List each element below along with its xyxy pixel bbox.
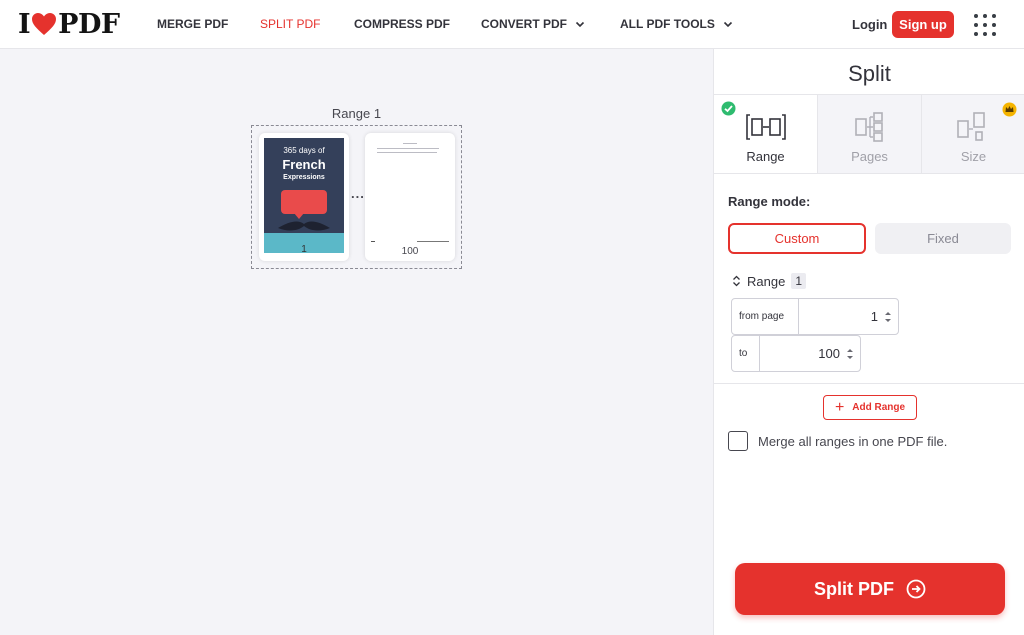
- chevron-down-icon: [575, 21, 585, 28]
- speech-bubble-graphic: [281, 190, 327, 214]
- merge-label: Merge all ranges in one PDF file.: [758, 433, 948, 449]
- login-link[interactable]: Login: [852, 17, 887, 32]
- book-cover-image: 365 days of French Expressions: [264, 138, 344, 253]
- range-header: Range 1: [732, 273, 806, 289]
- apps-grid-icon[interactable]: [974, 14, 996, 36]
- drag-sort-icon[interactable]: [732, 275, 741, 287]
- merge-option[interactable]: Merge all ranges in one PDF file.: [728, 431, 947, 451]
- to-page-field: to 100: [731, 335, 861, 372]
- page-thumbnail-first[interactable]: 365 days of French Expressions 1: [259, 133, 349, 261]
- range-group: 365 days of French Expressions 1 ... 100: [251, 125, 462, 269]
- range-label: Range: [747, 273, 786, 289]
- nav-split-pdf[interactable]: SPLIT PDF: [260, 17, 320, 31]
- page-number-label: 1: [301, 244, 307, 255]
- logo-text-pdf: PDF: [58, 8, 120, 40]
- logo-text-i: I: [18, 8, 31, 40]
- nav-merge-pdf[interactable]: MERGE PDF: [157, 17, 228, 31]
- page-number-label: 100: [401, 246, 419, 257]
- size-split-icon: [956, 112, 985, 141]
- chevron-down-icon: [723, 21, 732, 28]
- mustache-graphic: [278, 221, 330, 231]
- nav-compress-pdf[interactable]: COMPRESS PDF: [354, 17, 450, 31]
- fixed-mode-button[interactable]: Fixed: [875, 223, 1011, 254]
- section-divider: [714, 383, 1024, 384]
- custom-mode-button[interactable]: Custom: [728, 223, 866, 254]
- tab-range-label: Range: [746, 149, 785, 164]
- range-number-badge: 1: [791, 273, 806, 289]
- cover-text-line2: French: [282, 157, 326, 172]
- tab-range[interactable]: Range: [714, 95, 818, 173]
- range-split-icon: [745, 114, 786, 140]
- add-range-button[interactable]: + Add Range: [823, 395, 917, 420]
- range-group-title: Range 1: [331, 106, 382, 121]
- merge-checkbox[interactable]: [728, 431, 748, 451]
- from-page-field: from page 1: [731, 298, 899, 335]
- ilovepdf-logo[interactable]: I PDF: [18, 8, 120, 40]
- to-page-label: to: [732, 336, 760, 371]
- tab-size[interactable]: Size: [922, 95, 1024, 173]
- signup-button[interactable]: Sign up: [892, 11, 954, 38]
- split-pdf-button[interactable]: Split PDF: [735, 563, 1005, 615]
- heart-icon: [32, 13, 57, 35]
- page-thumbnail-last[interactable]: 100: [365, 133, 455, 261]
- range-mode-label: Range mode:: [728, 194, 811, 209]
- to-page-input[interactable]: 100: [760, 336, 844, 371]
- tab-pages[interactable]: Pages: [818, 95, 922, 173]
- tab-size-label: Size: [960, 149, 987, 164]
- panel-title: Split: [848, 61, 891, 86]
- split-mode-tabs: Range Pages Size: [714, 94, 1024, 174]
- top-navbar: I PDF MERGE PDF SPLIT PDF COMPRESS PDF C…: [0, 0, 1024, 49]
- arrow-right-circle-icon: [906, 579, 926, 599]
- from-page-label: from page: [732, 299, 799, 334]
- ellipsis-indicator: ...: [351, 186, 365, 201]
- stepper-arrows-icon[interactable]: [844, 345, 856, 363]
- from-page-input[interactable]: 1: [799, 299, 882, 334]
- nav-convert-pdf[interactable]: CONVERT PDF: [481, 17, 585, 31]
- cover-text-line1: 365 days of: [283, 146, 325, 155]
- split-options-panel: Split Range Pages Size Range mode: Custo…: [713, 49, 1024, 635]
- plus-icon: +: [834, 398, 845, 416]
- check-circle-icon: [721, 101, 736, 116]
- tab-pages-label: Pages: [851, 149, 888, 164]
- pages-split-icon: [854, 112, 883, 142]
- stepper-arrows-icon[interactable]: [882, 308, 894, 326]
- add-range-label: Add Range: [852, 402, 906, 413]
- cover-text-line3: Expressions: [283, 174, 325, 181]
- split-pdf-label: Split PDF: [814, 578, 894, 599]
- nav-all-pdf-tools[interactable]: ALL PDF TOOLS: [620, 17, 733, 31]
- crown-icon: [1002, 102, 1017, 117]
